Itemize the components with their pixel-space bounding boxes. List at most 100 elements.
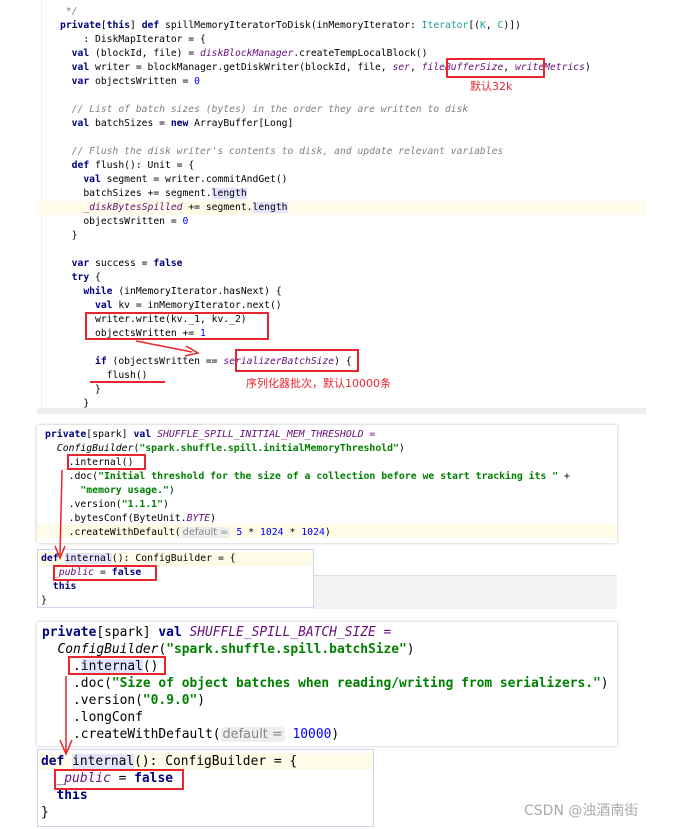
- code-line: }: [41, 594, 47, 608]
- code-token: batchSizes =: [89, 118, 171, 129]
- code-token: ]: [130, 20, 142, 31]
- code-token: this: [52, 581, 77, 592]
- code-token: "Size of object batches when reading/wri…: [111, 676, 601, 691]
- code-token: val: [95, 300, 113, 311]
- code-line: .bytesConf(ByteUnit.BYTE): [45, 512, 216, 526]
- code-token: 0: [194, 76, 200, 87]
- code-token: [spark]: [86, 429, 134, 440]
- code-token: [(: [468, 20, 480, 31]
- code-token: ): [210, 513, 217, 524]
- code-line: .createWithDefault(default = 5 * 1024 * …: [45, 526, 331, 540]
- code-token: diskBlockManager: [200, 48, 294, 59]
- code-line: try {: [60, 271, 101, 285]
- code-token: 10000: [292, 727, 332, 742]
- code-token: ConfigBuilder: [57, 642, 159, 657]
- code-token: }: [41, 805, 49, 820]
- code-token: _diskBytesSpilled: [83, 202, 183, 213]
- code-token: 1024: [301, 527, 325, 538]
- code-token: "Initial threshold for the size of a col…: [98, 471, 559, 482]
- code-token: writer = blockManager.getDiskWriter(bloc…: [89, 62, 393, 73]
- code-token: this: [56, 788, 88, 803]
- annotation-batch-note: 序列化器批次，默认10000条: [246, 377, 391, 390]
- code-token: Iterator: [421, 20, 469, 31]
- code-token: new: [170, 118, 189, 129]
- code-line: private[this] def spillMemoryIteratorToD…: [60, 19, 521, 33]
- code-token: val: [71, 48, 90, 59]
- code-token: spillMemoryIteratorToDisk(inMemoryIterat…: [159, 20, 422, 31]
- code-line: }: [60, 383, 101, 397]
- code-token: val: [71, 118, 90, 129]
- code-token: SHUFFLE_SPILL_BATCH_SIZE =: [181, 625, 392, 640]
- code-token: val: [71, 62, 90, 73]
- annotation-box-public-false: [53, 565, 157, 581]
- annotation-arrow-down: [54, 469, 66, 560]
- code-token: ArrayBuffer[Long]: [188, 118, 294, 129]
- code-line: val batchSizes = new ArrayBuffer[Long]: [60, 117, 294, 131]
- code-line: def internal(): ConfigBuilder = {: [41, 552, 236, 566]
- code-line: // Flush the disk writer's contents to d…: [60, 145, 504, 159]
- code-token: ): [168, 485, 175, 496]
- code-token: }: [60, 384, 101, 395]
- code-line: .doc("Initial threshold for the size of …: [45, 470, 570, 484]
- code-token: ,: [485, 20, 498, 31]
- code-token: var: [71, 76, 90, 87]
- code-token: ): [600, 676, 609, 691]
- code-token: def: [141, 20, 160, 31]
- code-panel-initial-mem-threshold: private[spark] val SHUFFLE_SPILL_INITIAL…: [37, 425, 617, 543]
- code-token: *: [242, 527, 260, 538]
- code-line: }: [60, 229, 78, 243]
- code-line: var success = false: [60, 257, 183, 271]
- code-token: (blockId, file) =: [89, 48, 200, 59]
- code-token: "spark.shuffle.spill.batchSize": [166, 642, 407, 657]
- code-line: private[spark] val SHUFFLE_SPILL_BATCH_S…: [42, 624, 391, 641]
- code-token: if: [95, 356, 107, 367]
- code-token: ): [197, 693, 205, 708]
- code-line: def internal(): ConfigBuilder = {: [41, 753, 297, 770]
- code-line: .doc("Size of object batches when readin…: [42, 675, 609, 692]
- code-token: private: [60, 20, 101, 31]
- annotation-underline-flush: [90, 381, 165, 383]
- code-token: objectsWritten =: [60, 216, 183, 227]
- code-line: def flush(): Unit = {: [60, 159, 194, 173]
- code-token: flush(): [60, 370, 148, 381]
- code-token: this: [106, 20, 131, 31]
- code-token: : DiskMapIterator = {: [60, 34, 206, 45]
- code-token: ser: [392, 62, 410, 73]
- code-token: length: [252, 202, 288, 213]
- code-token: ): [324, 527, 331, 538]
- code-line: _diskBytesSpilled += segment.length: [60, 201, 288, 215]
- code-token: // List of batch sizes (bytes) in the or…: [60, 104, 469, 115]
- code-token: internal: [72, 754, 135, 769]
- code-token: ): [331, 727, 340, 742]
- code-token: ): [584, 62, 591, 73]
- code-token: *: [283, 527, 302, 538]
- code-token: 0: [182, 216, 189, 227]
- background-editor-strip: [312, 575, 617, 609]
- code-token: "spark.shuffle.spill.initialMemoryThresh…: [139, 443, 399, 454]
- code-token: kv = inMemoryIterator.next(): [112, 300, 282, 311]
- code-token: // Flush the disk writer's contents to d…: [60, 146, 504, 157]
- code-line: : DiskMapIterator = {: [60, 33, 206, 47]
- code-panel-batch-size: private[spark] val SHUFFLE_SPILL_BATCH_S…: [37, 622, 617, 746]
- code-token: false: [153, 258, 183, 269]
- code-line: batchSizes += segment.length: [60, 187, 247, 201]
- code-token: }: [60, 398, 90, 409]
- code-line: while (inMemoryIterator.hasNext) {: [60, 285, 281, 299]
- watermark: CSDN @浊酒南街: [524, 803, 639, 819]
- annotation-default-32k: 默认32k: [470, 80, 513, 93]
- code-token: */: [60, 6, 78, 17]
- code-token: ): [398, 443, 405, 454]
- code-line: val segment = writer.commitAndGet(): [60, 173, 287, 187]
- code-token: "1.1.1": [121, 499, 163, 510]
